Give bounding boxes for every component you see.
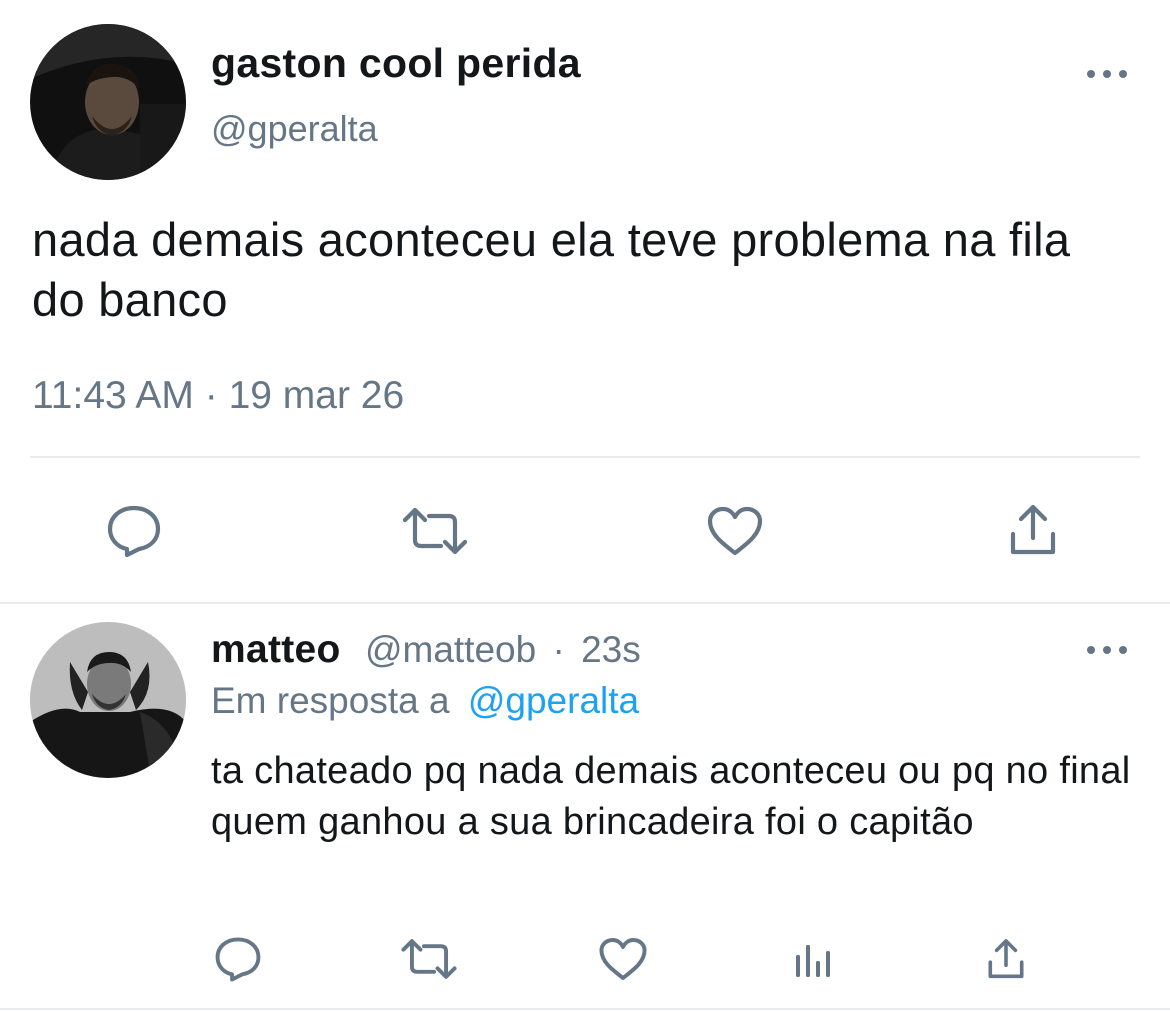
like-icon — [599, 938, 647, 980]
retweet-button[interactable] — [400, 503, 470, 559]
reply-button[interactable] — [104, 503, 164, 559]
tweet-author-handle[interactable]: @gperalta — [211, 108, 378, 150]
replying-to-prefix: Em resposta a — [211, 680, 450, 721]
reply-icon — [215, 937, 261, 982]
tweet-author-avatar[interactable] — [30, 24, 186, 180]
more-dot-icon — [1087, 646, 1095, 654]
reply-header: matteo @matteob · 23s — [211, 628, 641, 672]
bottom-divider — [0, 1008, 1170, 1010]
tweet-author-name[interactable]: gaston cool perida — [211, 40, 581, 87]
share-button[interactable] — [1003, 501, 1063, 559]
tweet-date: 19 mar 26 — [228, 374, 405, 417]
reply-author-handle[interactable]: @matteob — [365, 629, 536, 670]
tweet-timestamp[interactable]: 11:43 AM · 19 mar 26 — [32, 374, 404, 418]
section-divider — [0, 602, 1170, 604]
meta-separator: · — [204, 374, 218, 417]
replying-to: Em resposta a @gperalta — [211, 680, 639, 722]
share-icon — [988, 939, 1024, 979]
replying-to-mention[interactable]: @gperalta — [468, 680, 639, 721]
like-icon — [707, 506, 763, 556]
reply-retweet-button[interactable] — [398, 934, 460, 984]
share-icon — [1010, 504, 1056, 555]
retweet-icon — [402, 507, 468, 555]
tweet-divider — [30, 456, 1140, 458]
more-dot-icon — [1103, 70, 1111, 78]
tweet-text: nada demais aconteceu ela teve problema … — [32, 213, 1071, 326]
like-button[interactable] — [705, 503, 765, 559]
reply-author-name[interactable]: matteo — [211, 628, 341, 671]
tweet-time: 11:43 AM — [32, 374, 194, 417]
reply-reply-button[interactable] — [212, 934, 264, 984]
reply-age[interactable]: 23s — [581, 629, 641, 670]
meta-separator: · — [552, 629, 565, 670]
reply-icon — [107, 505, 161, 558]
tweet-more-options-button[interactable] — [1087, 64, 1127, 84]
retweet-icon — [401, 939, 457, 979]
reply-like-button[interactable] — [596, 934, 650, 984]
more-dot-icon — [1103, 646, 1111, 654]
analytics-icon — [796, 945, 830, 977]
more-dot-icon — [1119, 646, 1127, 654]
more-dot-icon — [1087, 70, 1095, 78]
reply-author-avatar[interactable] — [30, 622, 186, 778]
more-dot-icon — [1119, 70, 1127, 78]
reply-analytics-button[interactable] — [790, 936, 834, 982]
reply-share-button[interactable] — [982, 934, 1030, 984]
reply-more-options-button[interactable] — [1087, 640, 1127, 660]
reply-text: ta chateado pq nada demais aconteceu ou … — [211, 750, 1131, 843]
